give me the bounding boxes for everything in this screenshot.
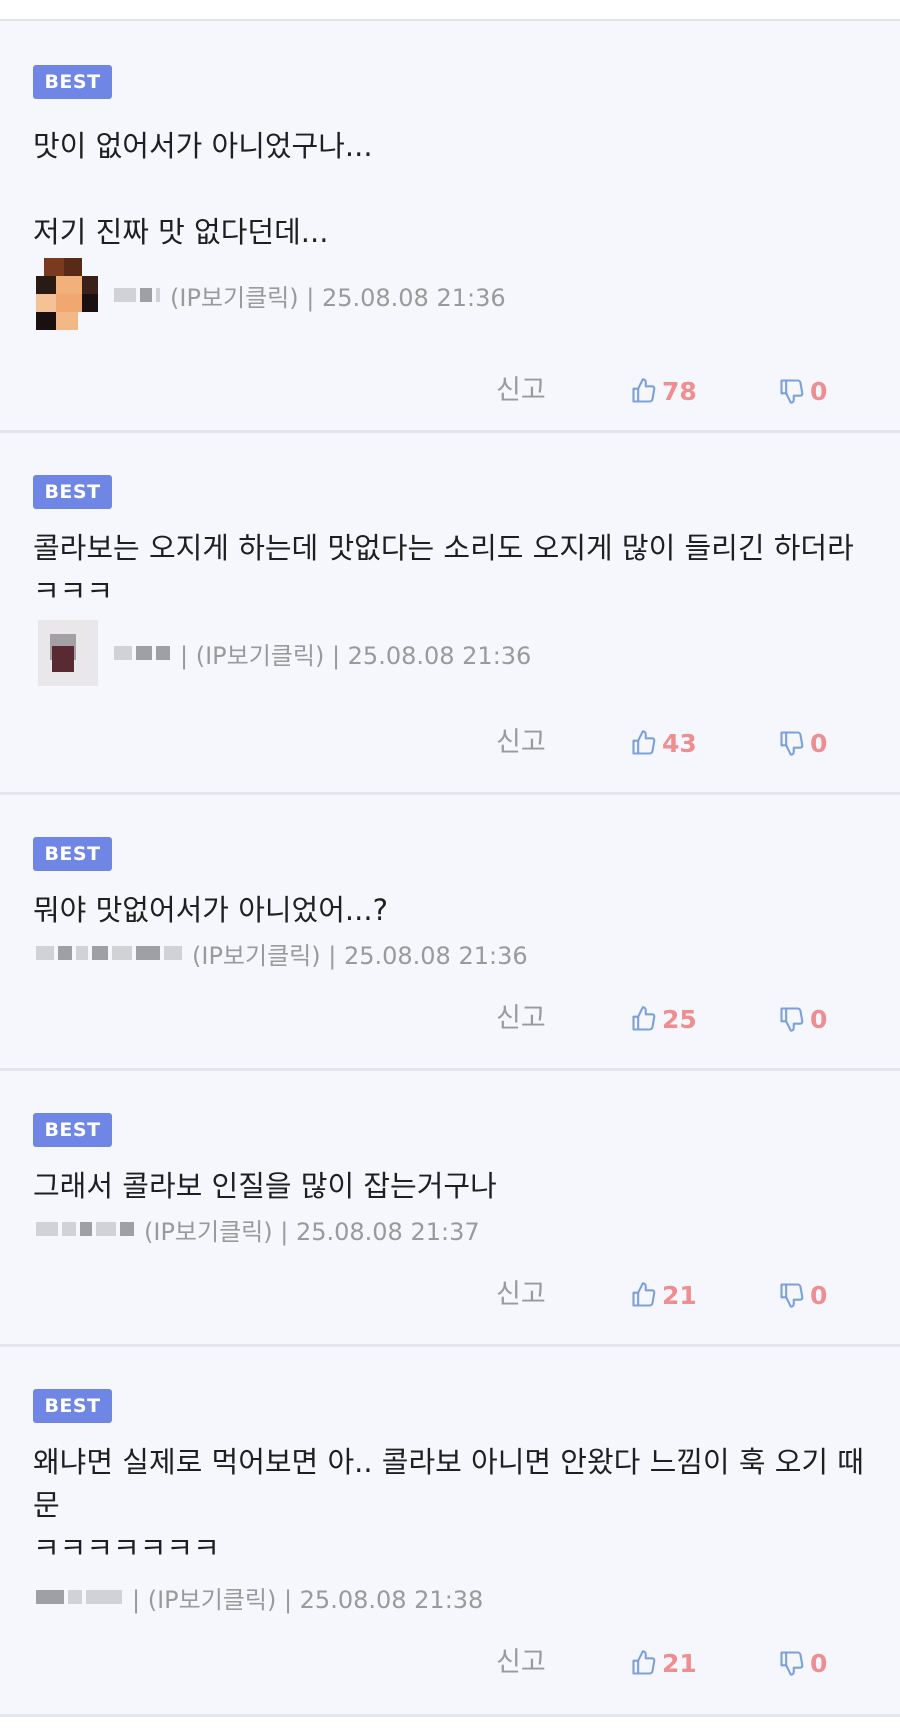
- comment-actions: 신고 21 0: [0, 1643, 900, 1683]
- best-badge: BEST: [33, 1113, 112, 1147]
- thumbs-up-icon: [632, 730, 656, 755]
- comment-meta-text: (IP보기클릭) | 25.08.08 21:36: [170, 283, 506, 312]
- report-button[interactable]: 신고: [496, 371, 546, 411]
- comment-text: 그래서 콜라보 인질을 많이 잡는거구나: [33, 1169, 497, 1203]
- dislike-count: 0: [810, 728, 828, 758]
- best-comments-list: BEST 맛이 없어서가 아니었구나... 저기 진짜 맛 없다던데... (I…: [0, 21, 900, 1717]
- comment-item: BEST 뭐야 맛없어서가 아니었어...? (IP보기클릭) | 25.08.…: [0, 795, 900, 1071]
- like-count: 78: [662, 376, 697, 406]
- comment-actions: 신고 43 0: [0, 723, 900, 763]
- blurred-nickname[interactable]: [114, 288, 164, 302]
- report-button[interactable]: 신고: [496, 1643, 546, 1683]
- thumbs-down-icon: [780, 1651, 804, 1676]
- dislike-button[interactable]: 0: [778, 999, 827, 1039]
- report-button[interactable]: 신고: [496, 1275, 546, 1315]
- comment-item: BEST 맛이 없어서가 아니었구나... 저기 진짜 맛 없다던데... (I…: [0, 21, 900, 433]
- comment-actions: 신고 78 0: [0, 371, 900, 411]
- top-strip: [0, 0, 900, 21]
- comment-meta-text: | (IP보기클릭) | 25.08.08 21:38: [132, 1585, 484, 1614]
- dislike-button[interactable]: 0: [778, 1275, 827, 1315]
- dislike-count: 0: [810, 1648, 828, 1678]
- dislike-count: 0: [810, 1280, 828, 1310]
- blurred-nickname[interactable]: [36, 1590, 126, 1604]
- thumbs-up-icon: [632, 1006, 656, 1031]
- like-count: 25: [662, 1004, 697, 1034]
- like-button[interactable]: 21: [630, 1643, 697, 1683]
- like-button[interactable]: 78: [630, 371, 697, 411]
- best-badge: BEST: [33, 475, 112, 509]
- avatar[interactable]: [26, 616, 100, 690]
- comment-meta-text: | (IP보기클릭) | 25.08.08 21:36: [180, 641, 532, 670]
- comment-meta: (IP보기클릭) | 25.08.08 21:36: [26, 933, 528, 973]
- dislike-button[interactable]: 0: [778, 371, 827, 411]
- thumbs-down-icon: [780, 1283, 804, 1308]
- like-button[interactable]: 21: [630, 1275, 697, 1315]
- comment-meta: (IP보기클릭) | 25.08.08 21:36: [26, 258, 506, 330]
- thumbs-up-icon: [632, 378, 656, 403]
- like-count: 21: [662, 1280, 697, 1310]
- dislike-button[interactable]: 0: [778, 723, 827, 763]
- thumbs-down-icon: [780, 731, 804, 756]
- comment-meta: | (IP보기클릭) | 25.08.08 21:38: [26, 1577, 483, 1617]
- like-button[interactable]: 25: [630, 999, 697, 1039]
- like-count: 21: [662, 1648, 697, 1678]
- comment-meta: (IP보기클릭) | 25.08.08 21:37: [26, 1209, 480, 1249]
- blurred-nickname[interactable]: [114, 646, 174, 660]
- dislike-button[interactable]: 0: [778, 1643, 827, 1683]
- comment-meta: | (IP보기클릭) | 25.08.08 21:36: [26, 620, 532, 686]
- dislike-count: 0: [810, 1004, 828, 1034]
- thumbs-up-icon: [632, 1650, 656, 1675]
- avatar[interactable]: [26, 258, 100, 332]
- comment-item: BEST 그래서 콜라보 인질을 많이 잡는거구나 (IP보기클릭) | 25.…: [0, 1071, 900, 1347]
- comment-text: 콜라보는 오지게 하는데 맛없다는 소리도 오지게 많이 들리긴 하더라ㅋㅋㅋ: [33, 531, 854, 608]
- best-badge: BEST: [33, 837, 112, 871]
- thumbs-down-icon: [780, 379, 804, 404]
- thumbs-down-icon: [780, 1007, 804, 1032]
- comment-text: 맛이 없어서가 아니었구나... 저기 진짜 맛 없다던데...: [33, 129, 373, 249]
- comment-actions: 신고 25 0: [0, 999, 900, 1039]
- dislike-count: 0: [810, 376, 828, 406]
- report-button[interactable]: 신고: [496, 723, 546, 763]
- comment-item: BEST 콜라보는 오지게 하는데 맛없다는 소리도 오지게 많이 들리긴 하더…: [0, 433, 900, 795]
- comment-actions: 신고 21 0: [0, 1275, 900, 1315]
- like-count: 43: [662, 728, 697, 758]
- comment-text: 왜냐면 실제로 먹어보면 아.. 콜라보 아니면 안왔다 느낌이 훅 오기 때문…: [33, 1445, 864, 1565]
- comment-meta-text: (IP보기클릭) | 25.08.08 21:37: [144, 1217, 480, 1246]
- comment-text: 뭐야 맛없어서가 아니었어...?: [33, 893, 388, 927]
- thumbs-up-icon: [632, 1282, 656, 1307]
- blurred-nickname[interactable]: [36, 1222, 138, 1236]
- like-button[interactable]: 43: [630, 723, 697, 763]
- comment-meta-text: (IP보기클릭) | 25.08.08 21:36: [192, 941, 528, 970]
- blurred-nickname[interactable]: [36, 946, 186, 960]
- best-badge: BEST: [33, 65, 112, 99]
- best-badge: BEST: [33, 1389, 112, 1423]
- report-button[interactable]: 신고: [496, 999, 546, 1039]
- comment-item: BEST 왜냐면 실제로 먹어보면 아.. 콜라보 아니면 안왔다 느낌이 훅 …: [0, 1347, 900, 1717]
